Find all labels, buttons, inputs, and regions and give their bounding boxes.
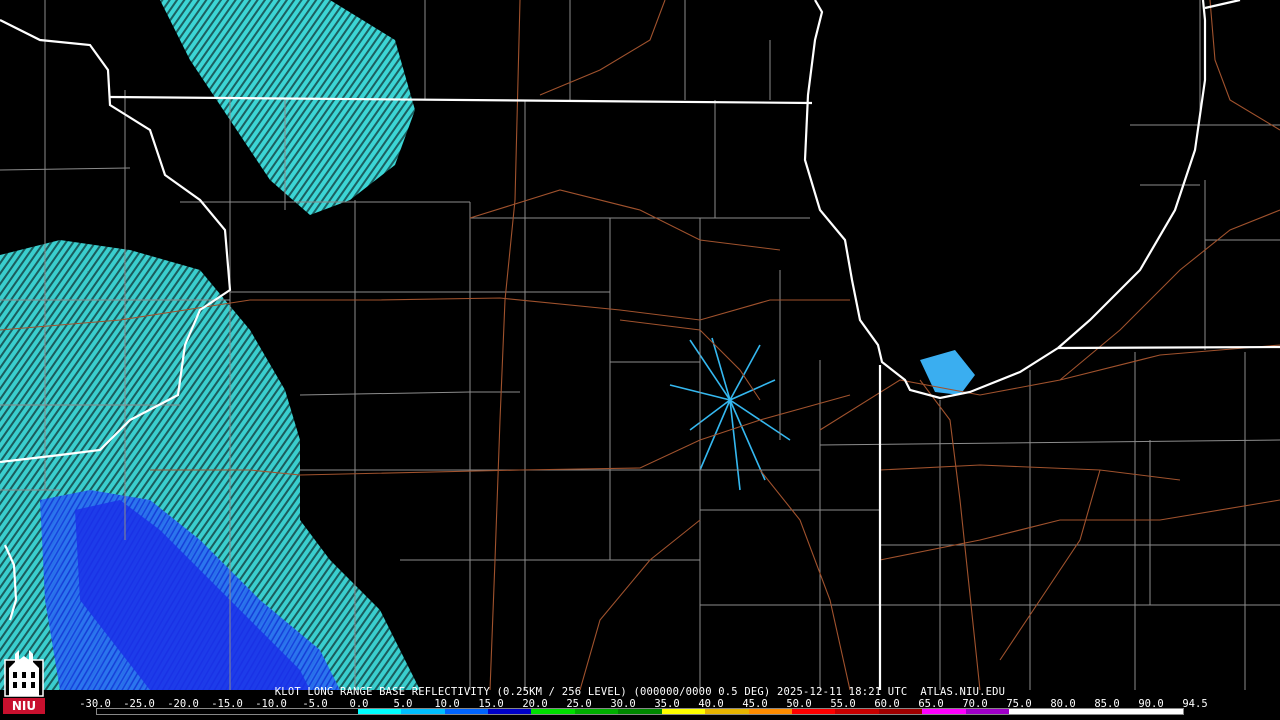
colorbar-segment xyxy=(748,709,792,714)
colorbar-segment xyxy=(792,709,836,714)
in-mi-border xyxy=(1057,345,1280,350)
colorbar-segment xyxy=(922,709,966,714)
colorbar-segment xyxy=(1096,709,1140,714)
echo-northwest xyxy=(160,0,415,215)
niu-logo: NIU xyxy=(3,650,45,714)
colorbar-segment xyxy=(574,709,619,714)
colorbar-segment xyxy=(227,709,271,714)
colorbar-segment xyxy=(1139,709,1183,714)
colorbar-segment xyxy=(531,709,575,714)
legend-tick: 94.5 xyxy=(1182,698,1208,710)
colorbar-segment xyxy=(140,709,184,714)
colorbar-segment xyxy=(183,709,228,714)
colorbar-segment xyxy=(705,709,749,714)
product-caption: KLOT LONG RANGE BASE REFLECTIVITY (0.25K… xyxy=(274,686,1006,698)
colorbar-segment xyxy=(444,709,488,714)
colorbar-segment xyxy=(835,709,879,714)
reflectivity-colorbar xyxy=(96,708,1184,715)
colorbar-segment xyxy=(661,709,706,714)
colorbar-segment xyxy=(965,709,1010,714)
colorbar-segment xyxy=(357,709,402,714)
colorbar-segment xyxy=(97,709,141,714)
lake-michigan-west-shore xyxy=(803,0,1059,400)
precipitation-echoes xyxy=(0,0,975,690)
radar-map xyxy=(0,0,1280,691)
colorbar-segment xyxy=(270,709,315,714)
lake-michigan-east-shore xyxy=(1057,0,1207,349)
colorbar-segment xyxy=(1052,709,1097,714)
colorbar-segment xyxy=(401,709,445,714)
ground-clutter xyxy=(669,337,791,491)
colorbar-segment xyxy=(487,709,532,714)
wi-il-border xyxy=(109,95,813,105)
colorbar-segment xyxy=(314,709,358,714)
colorbar-segment xyxy=(878,709,923,714)
colorbar-segment xyxy=(1009,709,1053,714)
echo-lakeshore xyxy=(920,350,975,395)
colorbar-segment xyxy=(618,709,662,714)
logo-text: NIU xyxy=(12,699,36,713)
